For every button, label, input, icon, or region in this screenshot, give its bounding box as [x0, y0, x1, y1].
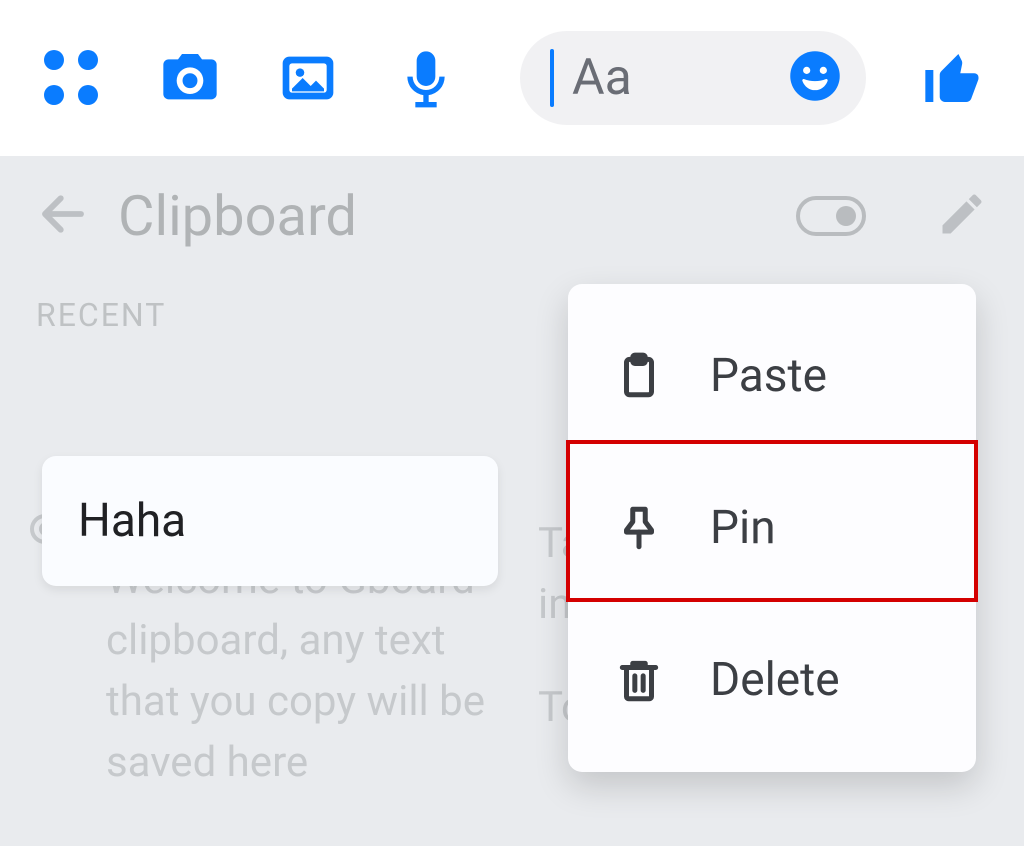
gboard-clipboard-panel: Clipboard RECENT Welcome to Gboard clipb… [0, 156, 1024, 846]
menu-item-delete[interactable]: Delete [568, 604, 976, 756]
composer-bar: Aa [0, 0, 1024, 156]
menu-label-delete: Delete [710, 653, 932, 707]
clipboard-toggle[interactable] [796, 196, 866, 236]
thumbs-up-icon[interactable] [920, 46, 984, 110]
emoji-icon[interactable] [788, 49, 842, 107]
back-icon[interactable] [36, 187, 90, 245]
input-placeholder: Aa [572, 49, 632, 107]
microphone-icon[interactable] [394, 46, 458, 110]
camera-icon[interactable] [158, 46, 222, 110]
trash-icon [612, 655, 666, 705]
clipboard-clip-chip[interactable]: Haha [42, 456, 498, 586]
clipboard-title: Clipboard [118, 183, 768, 249]
text-caret [550, 49, 554, 107]
clip-context-menu: Paste Pin Delete [568, 284, 976, 772]
tip-welcome-text: Welcome to Gboard clipboard, any text th… [30, 550, 486, 794]
menu-item-pin[interactable]: Pin [568, 452, 976, 604]
menu-item-paste[interactable]: Paste [568, 300, 976, 452]
message-input[interactable]: Aa [520, 31, 866, 125]
apps-grid-icon[interactable] [40, 46, 104, 110]
edit-icon[interactable] [936, 188, 988, 244]
clip-chip-text: Haha [78, 494, 186, 548]
gallery-icon[interactable] [276, 46, 340, 110]
clipboard-icon [612, 351, 666, 401]
pin-icon [612, 503, 666, 553]
menu-label-paste: Paste [710, 349, 932, 403]
clipboard-header: Clipboard [0, 156, 1024, 276]
menu-label-pin: Pin [710, 501, 932, 555]
